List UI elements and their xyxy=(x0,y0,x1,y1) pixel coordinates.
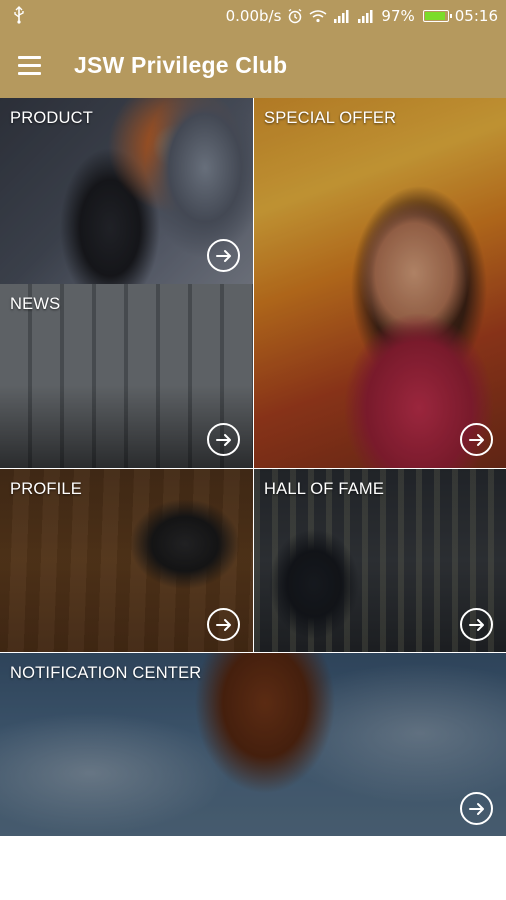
tile-hall-of-fame-label: HALL OF FAME xyxy=(264,480,385,498)
usb-icon xyxy=(12,6,26,29)
empty-footer-area xyxy=(0,836,506,900)
clock: 05:16 xyxy=(454,7,498,25)
tile-news[interactable]: NEWS xyxy=(0,284,253,468)
tile-notification-center-label: NOTIFICATION CENTER xyxy=(10,664,202,682)
tile-hall-of-fame[interactable]: HALL OF FAME xyxy=(254,469,506,652)
battery-icon xyxy=(422,10,452,22)
signal-icon-2 xyxy=(357,9,375,23)
tile-notification-center[interactable]: NOTIFICATION CENTER xyxy=(0,653,506,836)
tile-profile-label: PROFILE xyxy=(10,480,83,498)
tile-profile[interactable]: PROFILE xyxy=(0,469,253,652)
network-speed: 0.00b/s xyxy=(225,7,282,25)
arrow-right-icon[interactable] xyxy=(460,608,493,641)
tile-special-offer[interactable]: SPECIAL OFFER xyxy=(254,98,506,468)
tile-product-label: PRODUCT xyxy=(10,109,93,127)
arrow-right-icon[interactable] xyxy=(207,239,240,272)
tile-special-offer-label: SPECIAL OFFER xyxy=(264,109,397,127)
hamburger-menu-icon[interactable] xyxy=(18,51,50,79)
arrow-right-icon[interactable] xyxy=(460,792,493,825)
tile-news-label: NEWS xyxy=(10,295,61,313)
battery-percent: 97% xyxy=(381,7,415,25)
status-bar: 0.00b/s 97% 05:16 xyxy=(0,0,506,32)
signal-icon xyxy=(333,9,351,23)
arrow-right-icon[interactable] xyxy=(207,608,240,641)
alarm-icon xyxy=(287,8,303,24)
arrow-right-icon[interactable] xyxy=(460,423,493,456)
arrow-right-icon[interactable] xyxy=(207,423,240,456)
app-title: JSW Privilege Club xyxy=(74,52,288,78)
app-bar: JSW Privilege Club xyxy=(0,32,506,98)
tile-product[interactable]: PRODUCT xyxy=(0,98,253,284)
wifi-icon xyxy=(309,9,327,23)
